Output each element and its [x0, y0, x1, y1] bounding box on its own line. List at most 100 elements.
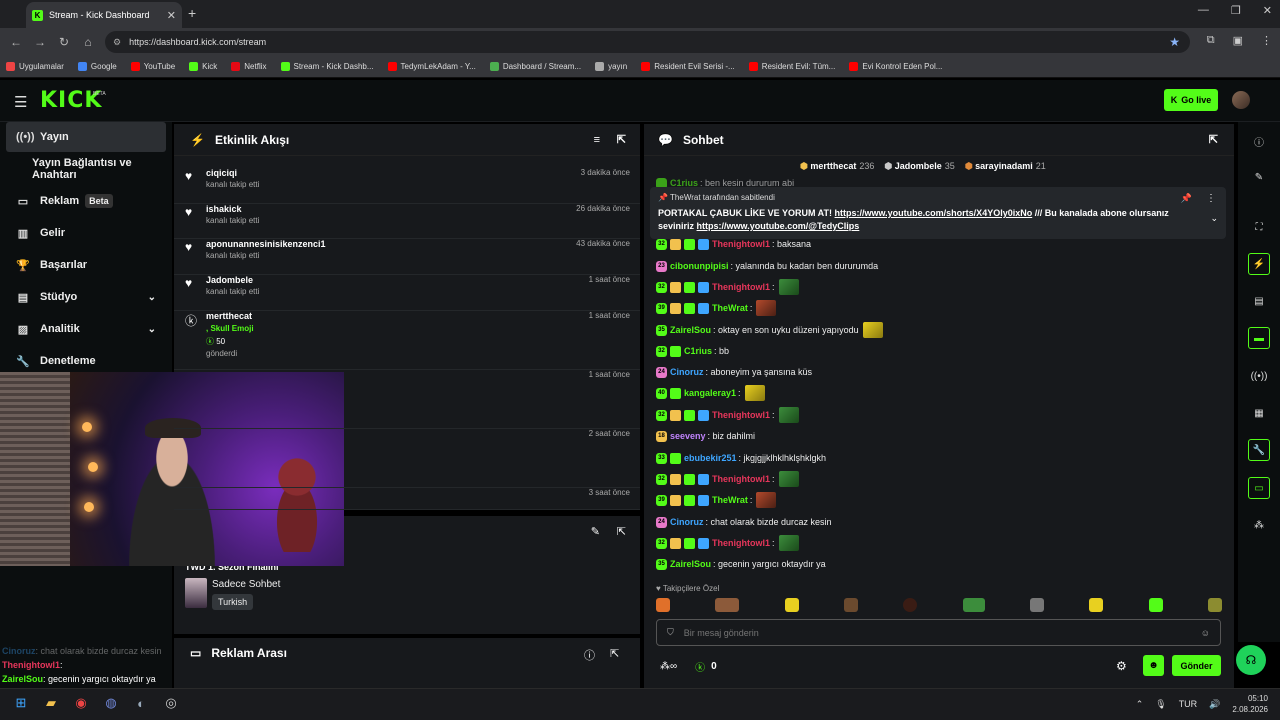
activity-lightning-icon[interactable]: ⚡: [1248, 253, 1270, 275]
activity-username[interactable]: aponunannesinisikenzenci1: [206, 239, 640, 249]
file-explorer-icon[interactable]: ▰: [42, 694, 60, 712]
menu-kebab-icon[interactable]: ⋮: [1261, 34, 1272, 47]
sidebar-item-4[interactable]: ▥ Gelir: [6, 218, 166, 248]
bookmark-item[interactable]: yayın: [595, 62, 627, 71]
obs-icon[interactable]: ◎: [162, 694, 180, 712]
emote-icon[interactable]: [784, 598, 799, 612]
bookmark-item[interactable]: Google: [77, 62, 117, 71]
popout-icon[interactable]: ⇱: [610, 647, 619, 660]
back-icon[interactable]: ←: [4, 35, 28, 49]
chat-username[interactable]: ebubekir251: [684, 453, 737, 463]
browser-tab-active[interactable]: K Stream - Kick Dashboard ✕: [26, 2, 182, 28]
popout-icon[interactable]: ⇱: [617, 133, 626, 146]
activity-username[interactable]: Jadombele: [206, 275, 640, 285]
send-button[interactable]: Gönder: [1172, 655, 1221, 676]
chat-username[interactable]: TheWrat: [712, 303, 748, 313]
chat-username[interactable]: seeveny: [670, 431, 706, 441]
emote-icon[interactable]: [656, 598, 670, 612]
chat-username[interactable]: Cinoruz: [670, 367, 704, 377]
sidebar-item-1[interactable]: ((•)) Yayın: [6, 122, 166, 152]
hamburger-menu-icon[interactable]: ☰: [14, 93, 27, 111]
chat-username[interactable]: TheWrat: [712, 495, 748, 505]
emote-icon[interactable]: [962, 598, 985, 612]
chat-input[interactable]: [683, 627, 1201, 638]
sidebar-item-5[interactable]: 🏆 Başarılar: [6, 250, 166, 280]
settings-gear-icon[interactable]: ⚙: [1116, 659, 1127, 673]
new-tab-icon[interactable]: +: [188, 5, 196, 21]
chevron-down-icon[interactable]: ⌄: [148, 292, 156, 303]
chat-username[interactable]: ZairelSou: [670, 325, 711, 335]
extensions-icon[interactable]: ⧉: [1207, 34, 1215, 47]
bookmark-item[interactable]: Netflix: [231, 62, 267, 71]
broadcast-icon[interactable]: ((•)): [1248, 365, 1270, 387]
bookmark-star-icon[interactable]: ★: [1169, 35, 1180, 49]
top-gifter[interactable]: ⬢ Jadombele 35: [884, 161, 954, 172]
chat-username[interactable]: Cinoruz: [670, 517, 704, 527]
bookmark-item[interactable]: Evi Kontrol Eden Pol...: [849, 62, 942, 71]
drops-icon[interactable]: ⁂: [1248, 514, 1270, 536]
emote-icon[interactable]: [715, 598, 740, 612]
go-live-button[interactable]: K Go live: [1164, 89, 1218, 111]
emote-icon[interactable]: [843, 598, 858, 612]
close-window-icon[interactable]: ✕: [1263, 4, 1272, 17]
bookmark-item[interactable]: YouTube: [130, 62, 175, 71]
bookmark-item[interactable]: Kick: [189, 62, 217, 71]
emote-icon[interactable]: [1148, 598, 1163, 612]
top-gifter[interactable]: ⬢ sarayinadami 21: [965, 161, 1046, 172]
language-indicator[interactable]: TUR: [1179, 699, 1198, 709]
bookmark-item[interactable]: Resident Evil: Tüm...: [748, 62, 835, 71]
pinned-link-shorts[interactable]: https://www.youtube.com/shorts/X4YOly0ix…: [835, 208, 1033, 218]
sidebar-item-6[interactable]: ▤ Stüdyo ⌄: [6, 282, 166, 312]
bookmark-item[interactable]: Stream - Kick Dashb...: [280, 62, 374, 71]
top-gifter[interactable]: ⬢ mertthecat 236: [800, 161, 874, 172]
pinned-menu-icon[interactable]: ⋮: [1206, 193, 1216, 204]
chevron-up-icon[interactable]: ⌃: [1136, 699, 1144, 710]
chat-username[interactable]: kangaleray1: [684, 388, 736, 398]
popout-icon[interactable]: ⇱: [617, 525, 626, 538]
chat-bubble-icon[interactable]: ▬: [1248, 327, 1270, 349]
activity-username[interactable]: mertthecat: [206, 311, 640, 321]
steam-icon[interactable]: ◐: [132, 694, 150, 712]
chat-username[interactable]: ZairelSou: [670, 559, 711, 569]
sidebar-item-8[interactable]: 🔧 Denetleme: [6, 346, 166, 376]
bookmark-item[interactable]: Resident Evil Serisi -...: [641, 62, 735, 71]
clock[interactable]: 05:10 2.08.2026: [1232, 693, 1268, 715]
close-tab-icon[interactable]: ✕: [167, 9, 176, 22]
emote-picker-button[interactable]: ☻: [1143, 655, 1164, 676]
emote-icon[interactable]: [1089, 598, 1104, 612]
maximize-icon[interactable]: ❐: [1231, 4, 1241, 17]
sidebar-item-3[interactable]: ▭ Reklam Beta: [6, 186, 166, 216]
windows-start-icon[interactable]: ⊞: [12, 694, 30, 712]
bookmark-item[interactable]: Dashboard / Stream...: [489, 62, 581, 71]
notes-icon[interactable]: ▤: [1248, 290, 1270, 312]
crop-icon[interactable]: ⛶: [1248, 216, 1270, 238]
chat-username[interactable]: Thenightowl1: [712, 239, 770, 249]
sidebar-item-7[interactable]: ▨ Analitik ⌄: [6, 314, 166, 344]
chat-username[interactable]: cibonunpipisi: [670, 261, 729, 271]
microphone-icon[interactable]: 🎙: [1155, 699, 1166, 710]
popout-icon[interactable]: ⇱: [1209, 133, 1218, 146]
activity-username[interactable]: ishakick: [206, 204, 640, 214]
activity-username[interactable]: ciqiciqi: [206, 168, 640, 178]
emote-icon[interactable]: [1029, 598, 1044, 612]
chat-input-box[interactable]: ⛉ ☺: [656, 619, 1221, 646]
emoji-icon[interactable]: ☺: [1201, 628, 1210, 638]
unpin-icon[interactable]: 📌: [1181, 193, 1192, 204]
chevron-down-icon[interactable]: ⌄: [148, 324, 156, 335]
info-icon[interactable]: ⓘ: [1248, 130, 1270, 152]
layout-icon[interactable]: ▦: [1248, 402, 1270, 424]
url-bar[interactable]: ⚙ https://dashboard.kick.com/stream ★: [105, 31, 1190, 53]
emote-icon[interactable]: [1207, 598, 1222, 612]
filter-icon[interactable]: ≡: [594, 134, 600, 146]
chat-username[interactable]: C1rius: [684, 346, 712, 356]
minimize-icon[interactable]: —: [1198, 4, 1209, 17]
discord-icon[interactable]: ◍: [102, 694, 120, 712]
home-icon[interactable]: ⌂: [76, 35, 100, 49]
info-icon[interactable]: ⓘ: [584, 647, 595, 663]
window-icon[interactable]: ▭: [1248, 477, 1270, 499]
avatar[interactable]: [1232, 91, 1250, 109]
bookmark-item[interactable]: TedymLekAdam - Y...: [387, 62, 476, 71]
bookmark-item[interactable]: Uygulamalar: [6, 62, 64, 71]
chat-username[interactable]: Thenightowl1: [712, 282, 770, 292]
speaker-icon[interactable]: 🔊: [1209, 699, 1220, 710]
